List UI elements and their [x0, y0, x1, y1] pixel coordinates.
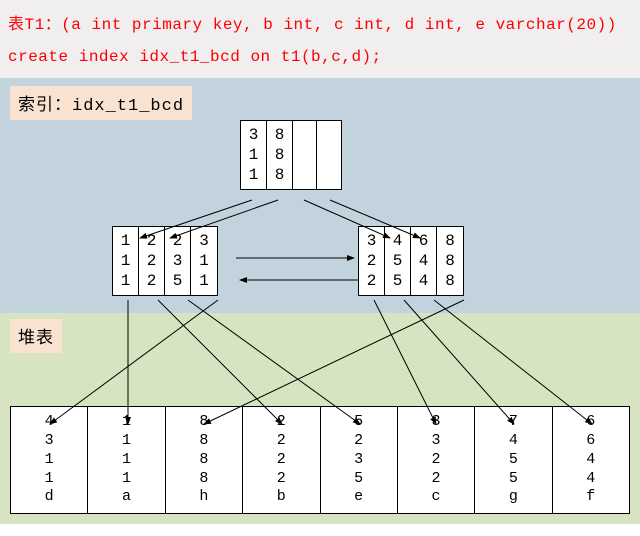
leaf-right-key-0: 3 2 2: [359, 227, 385, 295]
btree-root-node: 3 1 1 8 8 8: [240, 120, 342, 190]
leaf-left-key-2: 2 3 5: [165, 227, 191, 295]
create-index-statement: create index idx_t1_bcd on t1(b,c,d);: [8, 48, 632, 66]
root-key-0: 3 1 1: [241, 121, 267, 189]
btree-leaf-left: 1 1 1 2 2 2 2 3 5 3 1 1: [112, 226, 218, 296]
leaf-left-key-3: 3 1 1: [191, 227, 217, 295]
heap-cell-2: 8 8 8 8 h: [166, 407, 243, 513]
root-empty-3: [317, 121, 341, 189]
heap-cell-3: 2 2 2 2 b: [243, 407, 320, 513]
root-key-1: 8 8 8: [267, 121, 293, 189]
leaf-left-key-0: 1 1 1: [113, 227, 139, 295]
leaf-right-key-3: 8 8 8: [437, 227, 463, 295]
heap-cell-1: 1 1 1 1 a: [88, 407, 165, 513]
heap-cell-6: 7 4 5 5 g: [475, 407, 552, 513]
leaf-right-key-1: 4 5 5: [385, 227, 411, 295]
sql-header: 表T1：(a int primary key, b int, c int, d …: [0, 0, 640, 78]
heap-section: 堆表 4 3 1 1 d 1 1 1 1 a 8 8 8 8 h 2 2 2 2…: [0, 313, 640, 524]
heap-section-label: 堆表: [10, 319, 62, 353]
root-empty-2: [293, 121, 317, 189]
heap-cell-0: 4 3 1 1 d: [11, 407, 88, 513]
index-section: 索引：idx_t1_bcd 3 1 1 8 8 8 1 1 1 2 2 2 2 …: [0, 78, 640, 313]
leaf-left-key-1: 2 2 2: [139, 227, 165, 295]
leaf-right-key-2: 6 4 4: [411, 227, 437, 295]
index-section-label: 索引：idx_t1_bcd: [10, 86, 192, 120]
heap-cell-7: 6 6 4 4 f: [553, 407, 629, 513]
heap-cell-4: 5 2 3 5 e: [321, 407, 398, 513]
heap-cell-5: 3 3 2 2 c: [398, 407, 475, 513]
table-schema: 表T1：(a int primary key, b int, c int, d …: [8, 10, 632, 34]
btree-leaf-right: 3 2 2 4 5 5 6 4 4 8 8 8: [358, 226, 464, 296]
heap-table-row: 4 3 1 1 d 1 1 1 1 a 8 8 8 8 h 2 2 2 2 b …: [10, 406, 630, 514]
